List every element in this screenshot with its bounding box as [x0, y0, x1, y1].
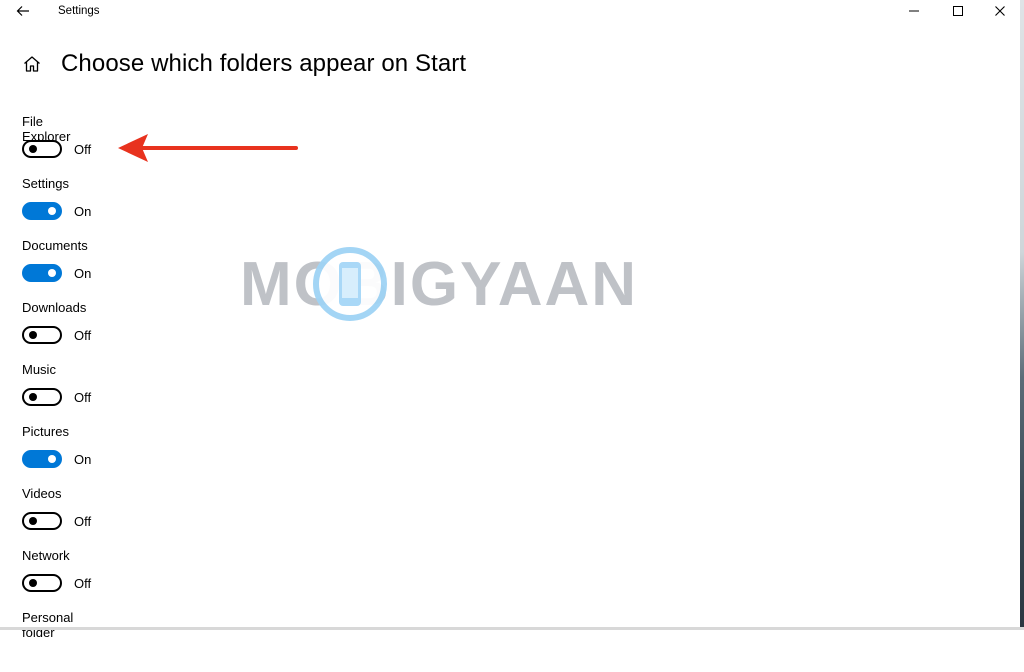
minimize-icon	[909, 10, 919, 12]
toggle-knob	[48, 207, 56, 215]
maximize-icon	[953, 6, 963, 16]
page-header: Choose which folders appear on Start	[22, 48, 466, 80]
toggle-knob	[48, 455, 56, 463]
toggle-switch[interactable]	[22, 512, 62, 530]
toggle-switch[interactable]	[22, 202, 62, 220]
toggle-knob	[29, 579, 37, 587]
toggle-knob	[29, 331, 37, 339]
arrow-left-icon	[16, 6, 29, 16]
toggle-downloads[interactable]: Off	[22, 326, 91, 344]
toggle-state-text: On	[74, 203, 92, 219]
toggle-knob	[48, 269, 56, 277]
annotation-arrow-icon	[118, 134, 298, 162]
toggle-switch[interactable]	[22, 574, 62, 592]
phone-logo-ring-icon	[313, 247, 387, 321]
close-icon	[995, 6, 1005, 16]
folder-label: Videos	[22, 486, 62, 501]
toggle-state-text: On	[74, 265, 92, 281]
toggle-switch[interactable]	[22, 264, 62, 282]
toggle-pictures[interactable]: On	[22, 450, 91, 468]
folder-label: Pictures	[22, 424, 69, 439]
toggle-documents[interactable]: On	[22, 264, 91, 282]
toggle-switch[interactable]	[22, 388, 62, 406]
toggle-state-text: On	[74, 451, 92, 467]
toggle-switch[interactable]	[22, 326, 62, 344]
folder-label: Downloads	[22, 300, 87, 315]
home-icon[interactable]	[22, 54, 42, 74]
watermark: MOBIGYAAN	[240, 246, 680, 322]
maximize-button[interactable]	[938, 0, 978, 22]
toggle-knob	[29, 517, 37, 525]
folder-label: Personal folder	[22, 610, 74, 640]
toggle-network[interactable]: Off	[22, 574, 91, 592]
toggle-state-text: Off	[74, 327, 92, 343]
watermark-text: MOBIGYAAN	[240, 249, 639, 319]
minimize-button[interactable]	[894, 0, 934, 22]
toggle-knob	[29, 145, 37, 153]
toggle-music[interactable]: Off	[22, 388, 91, 406]
page-title: Choose which folders appear on Start	[61, 50, 467, 77]
window-title: Settings	[58, 5, 100, 17]
toggle-state-text: Off	[74, 141, 92, 157]
toggle-switch[interactable]	[22, 450, 62, 468]
back-button[interactable]	[12, 2, 34, 20]
close-button[interactable]	[980, 0, 1020, 22]
toggle-state-text: Off	[74, 513, 92, 529]
window-edge	[1020, 0, 1024, 630]
toggle-switch[interactable]	[22, 140, 62, 158]
toggle-state-text: Off	[74, 575, 92, 591]
toggle-file-explorer[interactable]: Off	[22, 140, 91, 158]
folder-label: Documents	[22, 238, 88, 253]
folder-label: Music	[22, 362, 56, 377]
title-bar: Settings	[0, 0, 1020, 24]
folder-label: Network	[22, 548, 70, 563]
toggle-settings[interactable]: On	[22, 202, 91, 220]
folder-label: Settings	[22, 176, 69, 191]
toggle-state-text: Off	[74, 389, 92, 405]
toggle-knob	[29, 393, 37, 401]
toggle-videos[interactable]: Off	[22, 512, 91, 530]
